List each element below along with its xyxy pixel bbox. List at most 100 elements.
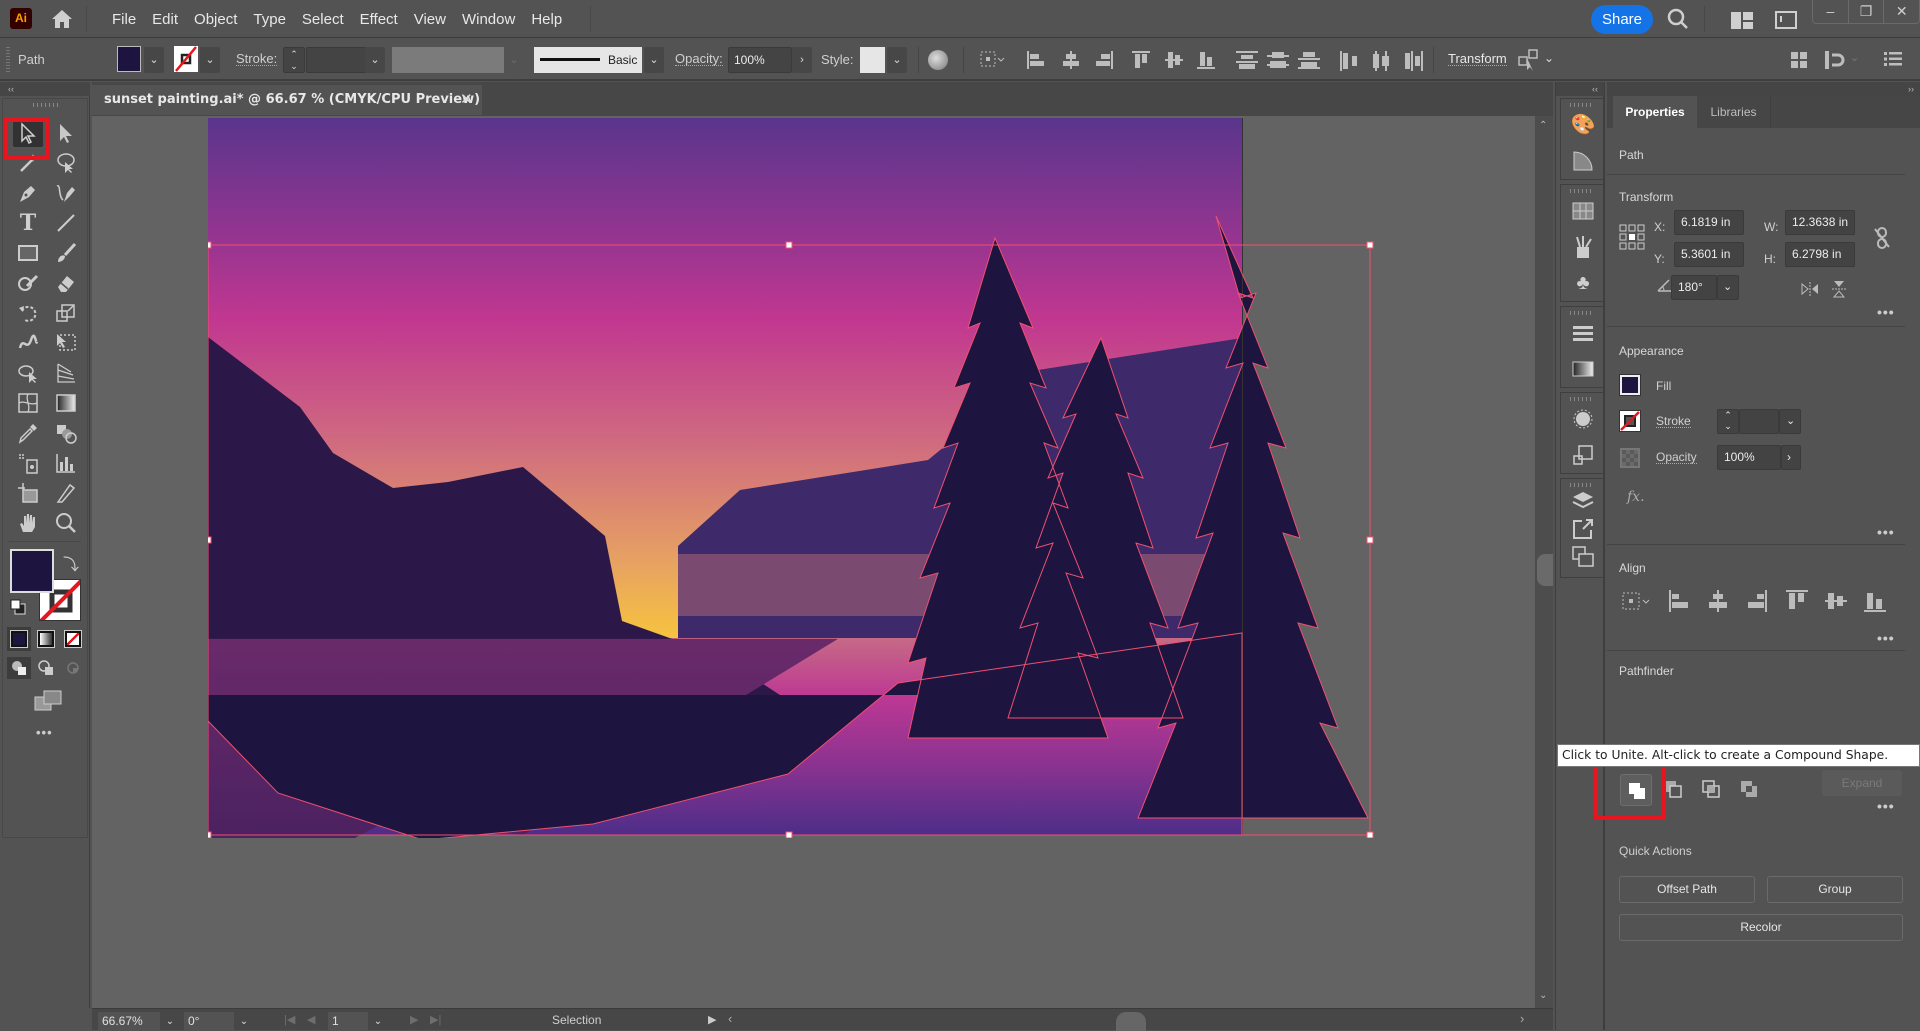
transparency-panel-icon[interactable] — [1561, 437, 1605, 473]
opacity-input[interactable]: 100% — [1717, 445, 1781, 470]
y-position-input[interactable]: 5.3601 in — [1674, 242, 1744, 267]
align-more-options[interactable]: ••• — [1877, 630, 1895, 646]
artboard-number-field[interactable]: 1 — [328, 1012, 368, 1031]
brush-dropdown[interactable]: ⌄ — [644, 47, 664, 73]
restore-button[interactable]: ❐ — [1849, 0, 1885, 23]
tab-libraries[interactable]: Libraries — [1697, 96, 1771, 128]
artboards-panel-icon[interactable] — [1561, 543, 1605, 571]
status-menu-button[interactable]: ▶ — [708, 1013, 716, 1026]
menu-window[interactable]: Window — [454, 11, 523, 28]
arrange-dropdown[interactable]: ⌄ — [1850, 51, 1859, 64]
distribute-bottom-icon[interactable] — [1298, 51, 1320, 69]
graphic-style-swatch[interactable] — [860, 47, 885, 73]
shape-builder-tool-icon[interactable] — [13, 359, 43, 387]
vertical-scrollbar[interactable]: ⌃ ⌄ — [1535, 116, 1553, 1008]
align-to-dropdown[interactable] — [1622, 592, 1652, 610]
close-window-button[interactable]: ✕ — [1884, 0, 1919, 23]
select-similar-dropdown[interactable]: ⌄ — [1544, 51, 1554, 65]
distribute-horizontal-center-icon[interactable] — [1372, 51, 1390, 71]
slice-tool-icon[interactable] — [51, 479, 81, 507]
control-bar-grip[interactable] — [6, 47, 10, 73]
gradient-panel-icon[interactable] — [1561, 351, 1605, 387]
align-bottom-icon[interactable] — [1197, 51, 1215, 69]
draw-normal-icon[interactable] — [7, 657, 31, 679]
tab-properties[interactable]: Properties — [1613, 96, 1697, 128]
hand-tool-icon[interactable] — [13, 509, 43, 537]
rotation-field[interactable]: 0° — [184, 1012, 234, 1031]
panel-align-right-icon[interactable] — [1746, 590, 1768, 612]
menu-type[interactable]: Type — [245, 11, 294, 28]
stroke-panel-icon[interactable] — [1561, 315, 1605, 351]
style-dropdown[interactable]: ⌄ — [887, 47, 907, 73]
document-tab[interactable]: sunset painting.ai* @ 66.67 % (CMYK/CPU … — [92, 85, 482, 115]
paintbrush-tool-icon[interactable] — [51, 239, 81, 267]
warp-tool-icon[interactable] — [13, 329, 43, 357]
appearance-fill-swatch[interactable] — [1619, 374, 1641, 396]
appearance-panel-icon[interactable] — [1561, 401, 1605, 437]
next-artboard-button[interactable]: ▶ — [410, 1013, 418, 1026]
exclude-button[interactable] — [1738, 778, 1762, 802]
arrange-icon[interactable] — [1824, 50, 1846, 70]
gradient-mode-button[interactable] — [34, 627, 58, 651]
recolor-button[interactable]: Recolor — [1619, 914, 1903, 941]
stroke-weight-stepper[interactable]: ⌃ ⌄ — [283, 47, 305, 73]
distribute-top-icon[interactable] — [1236, 51, 1258, 69]
constrain-proportions-icon[interactable] — [1873, 226, 1891, 250]
zoom-dropdown[interactable]: ⌄ — [162, 1012, 178, 1031]
appearance-more-options[interactable]: ••• — [1877, 524, 1895, 540]
align-vertical-center-icon[interactable] — [1165, 51, 1183, 69]
color-mode-button[interactable] — [7, 627, 31, 651]
select-similar-objects-icon[interactable] — [1518, 49, 1540, 71]
mesh-tool-icon[interactable] — [13, 389, 43, 417]
isolate-icon[interactable] — [1790, 51, 1808, 69]
align-to-selection-icon[interactable] — [980, 51, 1006, 69]
stroke-weight-dropdown[interactable]: ⌄ — [1779, 409, 1801, 434]
rectangle-tool-icon[interactable] — [13, 239, 43, 267]
fill-color-box[interactable] — [10, 549, 54, 593]
artboard-tool-icon[interactable] — [13, 479, 43, 507]
panel-align-middle-icon[interactable] — [1825, 590, 1847, 612]
collapse-properties-button[interactable]: ›› — [1607, 82, 1920, 96]
menu-view[interactable]: View — [406, 11, 454, 28]
menu-select[interactable]: Select — [294, 11, 352, 28]
pathfinder-more-options[interactable]: ••• — [1877, 798, 1895, 814]
layers-panel-icon[interactable] — [1561, 487, 1605, 515]
previous-artboard-button[interactable]: ◀ — [307, 1013, 315, 1026]
menu-file[interactable]: File — [104, 11, 144, 28]
distribute-left-icon[interactable] — [1340, 51, 1358, 71]
draw-inside-icon[interactable] — [61, 657, 85, 679]
vertical-scroll-thumb[interactable] — [1537, 554, 1553, 586]
align-left-icon[interactable] — [1027, 51, 1045, 69]
stroke-label[interactable]: Stroke — [1656, 415, 1691, 428]
edit-toolbar-button[interactable]: ••• — [36, 725, 53, 740]
draw-behind-icon[interactable] — [34, 657, 58, 679]
menu-object[interactable]: Object — [186, 11, 245, 28]
zoom-tool-icon[interactable] — [51, 509, 81, 537]
opacity-input[interactable]: 100% — [728, 47, 792, 73]
stroke-dropdown[interactable]: ⌄ — [200, 47, 220, 73]
appearance-stroke-swatch[interactable] — [1619, 410, 1641, 432]
color-panel-icon[interactable]: 🎨 — [1561, 107, 1605, 143]
rotation-angle-input[interactable]: 180° — [1671, 275, 1717, 300]
align-right-icon[interactable] — [1095, 51, 1113, 69]
scroll-up-icon[interactable]: ⌃ — [1539, 120, 1547, 131]
collapse-panels-button[interactable]: ‹‹ — [1556, 82, 1604, 96]
rotation-dropdown[interactable]: ⌄ — [236, 1012, 252, 1031]
width-input[interactable]: 12.3638 in — [1785, 210, 1855, 235]
gradient-tool-icon[interactable] — [51, 389, 81, 417]
variable-width-profile[interactable] — [392, 47, 504, 73]
panel-align-top-icon[interactable] — [1786, 590, 1808, 612]
reference-point-icon[interactable] — [1619, 224, 1645, 250]
canvas-area[interactable] — [92, 116, 1535, 1008]
asset-export-icon[interactable] — [1561, 515, 1605, 543]
color-guide-icon[interactable] — [1561, 143, 1605, 179]
lasso-tool-icon[interactable] — [51, 149, 81, 177]
brush-definition[interactable]: Basic — [534, 47, 642, 73]
align-top-icon[interactable] — [1132, 51, 1150, 69]
toolbar-grip[interactable] — [33, 103, 61, 107]
change-screen-mode-icon[interactable] — [33, 689, 63, 713]
menu-edit[interactable]: Edit — [144, 11, 186, 28]
opacity-slider-button[interactable]: › — [1781, 445, 1801, 470]
brushes-icon[interactable] — [1561, 229, 1605, 265]
variable-width-dropdown[interactable]: ⌄ — [504, 47, 524, 73]
